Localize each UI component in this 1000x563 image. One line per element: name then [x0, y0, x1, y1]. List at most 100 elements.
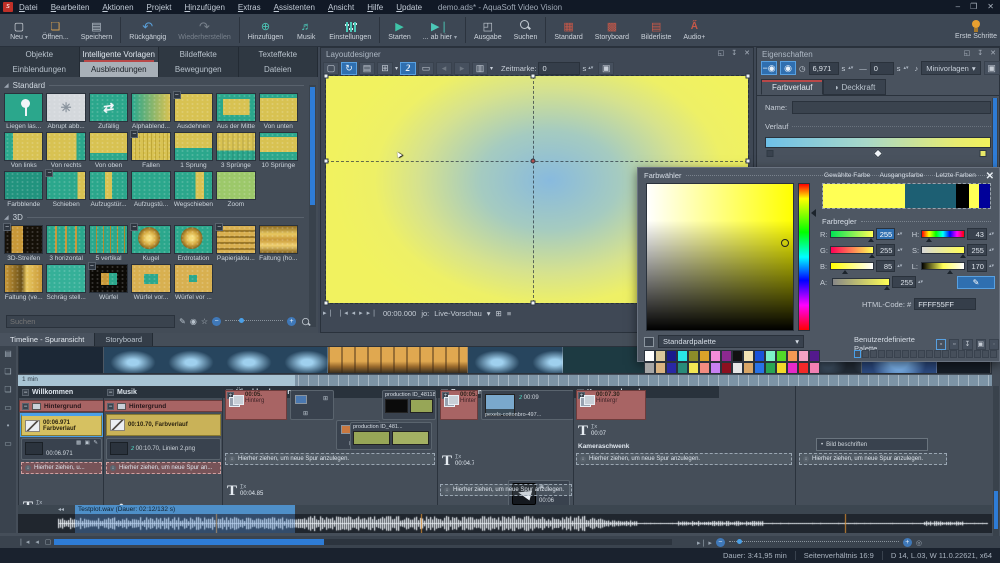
custom-slot[interactable]	[902, 350, 909, 358]
template-tile-erdrotation[interactable]: Erdrotation	[174, 225, 213, 262]
grid-icon[interactable]: ⊞	[377, 62, 393, 75]
slider-stepper[interactable]: ▴▾	[897, 248, 903, 252]
drop-zone[interactable]: ↓Hierher ziehen, um neue Spur anzulegen.	[225, 453, 435, 465]
slider-a[interactable]	[832, 278, 890, 286]
collapse-badge[interactable]: −	[173, 91, 181, 99]
tab-ausblendungen[interactable]: Ausblendungen	[80, 62, 160, 77]
tab-dateien[interactable]: Dateien	[239, 62, 319, 77]
pin-panel-icon[interactable]	[731, 49, 737, 57]
slider-value[interactable]: 255	[876, 228, 896, 240]
template-tile-würfel-vor[interactable]: Würfel vor...	[131, 264, 170, 301]
palette-color[interactable]	[710, 350, 721, 362]
slider-stepper[interactable]: ▴▾	[897, 232, 903, 236]
template-tile-würfel-vor[interactable]: Würfel vor ...	[174, 264, 213, 301]
toolbar-button-storyboard[interactable]: ▩ Storyboard	[589, 14, 635, 46]
background-clip[interactable]: +00:05.Hinter	[440, 390, 478, 420]
resize-handle[interactable]	[530, 74, 535, 79]
float-panel-icon[interactable]	[718, 49, 725, 57]
toolbar-button-neu[interactable]: ▢ Neu ▾	[2, 14, 36, 46]
template-tile-von-oben[interactable]: Von oben	[89, 132, 128, 169]
template-tile-ausdehnen[interactable]: − Ausdehnen	[174, 93, 213, 130]
custom-slot[interactable]	[918, 350, 925, 358]
custom-slot[interactable]	[982, 350, 989, 358]
custom-slot[interactable]	[870, 350, 877, 358]
tab-farbverlauf[interactable]: Farbverlauf	[761, 79, 823, 95]
gradient-stop[interactable]	[767, 150, 774, 157]
preview-mode[interactable]: Live-Vorschau	[434, 309, 482, 318]
hue-bar[interactable]	[798, 183, 810, 331]
zoom-fit-icon[interactable]: ◎	[916, 539, 922, 547]
collapse-badge[interactable]: −	[215, 223, 223, 231]
track-header-hintergrund[interactable]: −Hintergrund	[19, 400, 104, 412]
eyedropper-button[interactable]: ✎	[957, 276, 995, 289]
templates-scrollbar[interactable]	[309, 85, 316, 327]
nav-right-icon[interactable]: ▸	[454, 62, 470, 75]
palette-color[interactable]	[655, 350, 666, 362]
dot-tool-icon[interactable]: •	[7, 421, 10, 430]
tab-timeline-spuransicht[interactable]: Timeline - Spuransicht	[0, 333, 95, 346]
template-tile-faltung-ve[interactable]: Faltung (ve...	[4, 264, 43, 301]
image-clip[interactable]: ▩ ▣ ✎00:06.971	[21, 438, 102, 460]
menu-item-assistenten[interactable]: Assistenten	[274, 3, 315, 12]
template-tile-1-sprung[interactable]: 1 Sprung	[174, 132, 213, 169]
resize-handle[interactable]	[324, 74, 329, 79]
toolbar-button-musik[interactable]: ♬ Musik	[289, 14, 323, 46]
menu-item-aktionen[interactable]: Aktionen	[102, 3, 133, 12]
custom-slot[interactable]	[854, 350, 861, 358]
menu-item-projekt[interactable]: Projekt	[147, 3, 172, 12]
template-tile-zoom[interactable]: Zoom	[216, 171, 255, 208]
palette-remove-button[interactable]: ▫	[949, 339, 959, 350]
drop-zone[interactable]: ↓Hierher ziehen, um neue Spur anzulegen.	[576, 453, 792, 465]
custom-slot[interactable]	[958, 350, 965, 358]
slider-stepper[interactable]: ▴▾	[989, 264, 995, 268]
collapsed-track-bild-beschriften[interactable]: •Bild beschriften	[816, 438, 928, 451]
slider-value[interactable]: 255	[876, 244, 896, 256]
palette-color[interactable]	[677, 362, 688, 374]
rotate-icon[interactable]: ↻	[341, 62, 357, 75]
swan-icon[interactable]: 2	[400, 62, 416, 75]
template-tile-schieben[interactable]: − Schieben	[46, 171, 85, 208]
custom-slot[interactable]	[974, 350, 981, 358]
template-tile-aufzugstü[interactable]: Aufzugstü...	[131, 171, 170, 208]
template-tile-papierjalou[interactable]: − Papierjalou...	[216, 225, 255, 262]
palette-pick-button[interactable]: ↧	[962, 339, 972, 350]
custom-slot[interactable]	[894, 350, 901, 358]
name-input[interactable]	[792, 101, 991, 114]
template-tile-3-sprünge[interactable]: 3 Sprünge	[216, 132, 255, 169]
template-tile-farbblende[interactable]: Farbblende	[4, 171, 43, 208]
audio-track[interactable]: ◂◂ Testplot.wav (Dauer: 02:12/132 s)	[18, 505, 992, 533]
menu-item-hinzufügen[interactable]: Hinzufügen	[184, 3, 224, 12]
chapter-header[interactable]: −Musik	[104, 386, 223, 398]
palette-color[interactable]	[754, 362, 765, 374]
palette-color[interactable]	[732, 350, 743, 362]
collapse-badge[interactable]: −	[3, 223, 11, 231]
collapse-badge[interactable]: −	[45, 169, 53, 177]
chevron-down-icon[interactable]	[487, 309, 491, 318]
collapse-badge[interactable]: −	[88, 262, 96, 270]
resize-handle[interactable]	[746, 159, 751, 164]
palette-add-button[interactable]: ▫	[936, 339, 946, 350]
video-clip[interactable]: production ID_4811872.mp4	[382, 390, 436, 420]
video-clip[interactable]: 2 00:09pexels-cottonbro-497...	[481, 390, 574, 420]
magnifier-icon[interactable]	[301, 317, 311, 327]
palette-color[interactable]	[655, 362, 666, 374]
menu-item-extras[interactable]: Extras	[238, 3, 261, 12]
tab-intelligente-vorlagen[interactable]: Intelligente Vorlagen	[80, 47, 160, 62]
menu-item-datei[interactable]: Datei	[19, 3, 38, 12]
maximize-button[interactable]	[970, 0, 977, 14]
timeline-hscrollbar[interactable]	[54, 539, 672, 545]
palette-color[interactable]	[721, 362, 732, 374]
slider-stepper[interactable]: ▴▾	[989, 232, 995, 236]
close-panel-icon[interactable]	[990, 49, 996, 57]
custom-slot[interactable]	[886, 350, 893, 358]
save-view-icon[interactable]: ▣	[598, 62, 614, 75]
thumbnail-size-slider[interactable]	[225, 320, 283, 324]
menu-item-ansicht[interactable]: Ansicht	[328, 3, 354, 12]
palette-color[interactable]	[644, 362, 655, 374]
bell-icon[interactable]: ♪	[915, 64, 919, 73]
section-header-3d[interactable]: ◢3D	[0, 210, 308, 223]
text-clip[interactable]: TT̲x00:07Kameraschwenk	[576, 422, 646, 450]
custom-slot[interactable]	[942, 350, 949, 358]
drop-zone[interactable]: ↓Hierher ziehen, um neue Spur an...	[106, 462, 221, 474]
custom-slot[interactable]	[950, 350, 957, 358]
